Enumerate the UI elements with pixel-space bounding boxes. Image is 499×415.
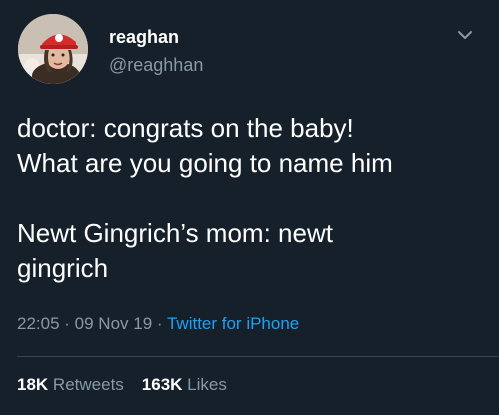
tweet-text-line: doctor: congrats on the baby! xyxy=(17,113,354,143)
tweet-card: reaghan @reaghhan doctor: congrats on th… xyxy=(0,0,499,415)
chevron-down-icon[interactable] xyxy=(454,26,476,44)
retweets-count: 18K xyxy=(17,375,49,394)
retweets-label: Retweets xyxy=(52,375,124,394)
tweet-text: doctor: congrats on the baby! What are y… xyxy=(17,111,487,286)
tweet-source-link[interactable]: Twitter for iPhone xyxy=(167,314,299,333)
tweet-text-line: What are you going to name him xyxy=(17,148,393,178)
author-handle[interactable]: @reaghhan xyxy=(109,54,203,76)
likes-stat[interactable]: 163K Likes xyxy=(142,375,227,394)
meta-separator: · xyxy=(152,314,167,333)
tweet-time[interactable]: 22:05 xyxy=(17,314,60,333)
likes-count: 163K xyxy=(141,375,183,394)
avatar[interactable] xyxy=(18,14,88,84)
retweets-stat[interactable]: 18K Retweets xyxy=(17,375,124,394)
tweet-date[interactable]: 09 Nov 19 xyxy=(75,314,153,333)
divider xyxy=(17,356,499,357)
meta-separator: · xyxy=(59,314,75,333)
avatar-photo xyxy=(18,14,88,84)
likes-label: Likes xyxy=(187,375,227,394)
author-name[interactable]: reaghan xyxy=(109,26,179,48)
paragraph-break xyxy=(17,181,487,216)
tweet-stats: 18K Retweets 163K Likes xyxy=(17,374,227,396)
tweet-text-line: Newt Gingrich’s mom: newt xyxy=(17,218,333,248)
tweet-text-line: gingrich xyxy=(17,253,109,283)
tweet-metadata: 22:05 · 09 Nov 19 · Twitter for iPhone xyxy=(17,313,299,335)
